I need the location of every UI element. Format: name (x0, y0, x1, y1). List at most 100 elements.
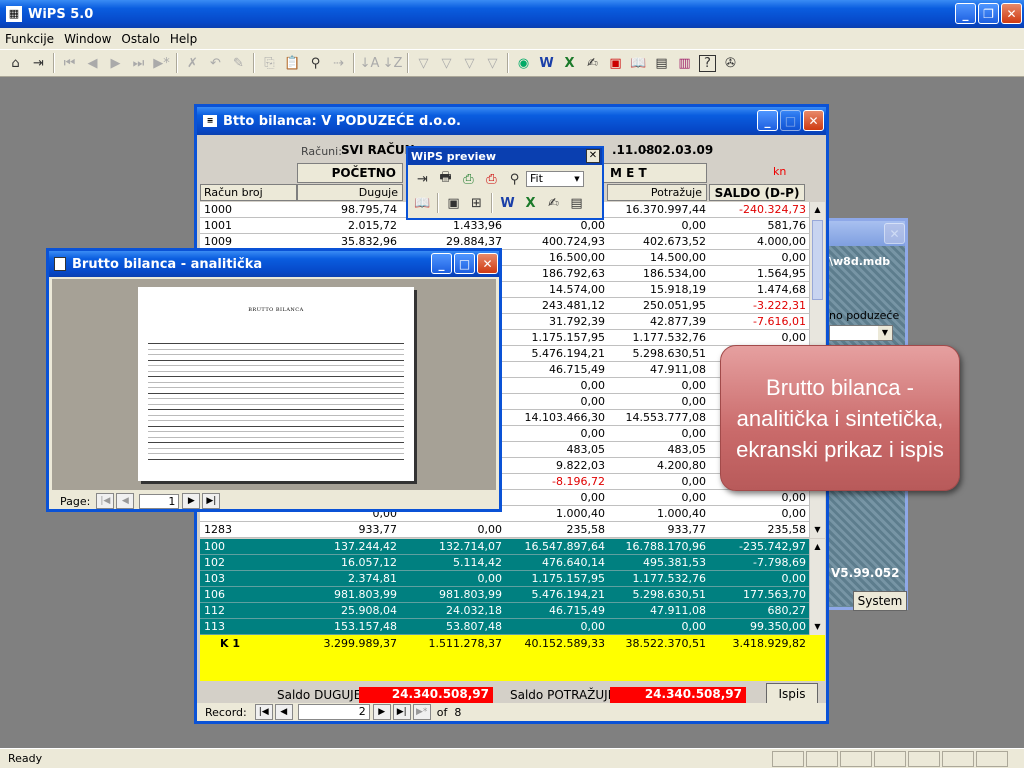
summary-scroll-up-icon[interactable]: ▲ (810, 539, 825, 555)
table-row[interactable]: 1001 2.015,72 1.433,96 0,00 0,00 581,76 (200, 218, 809, 234)
table-row[interactable]: 100 137.244,42 132.714,07 16.547.897,64 16.7… (200, 539, 809, 555)
total-racun: K 1 (220, 636, 241, 650)
pv-edit-icon[interactable]: ✍ (542, 192, 565, 214)
menu-window[interactable]: Window (59, 32, 116, 46)
help-icon[interactable]: ? (699, 54, 716, 72)
pv-print-setup-icon[interactable]: ⎙ (457, 168, 480, 190)
pv-print-red-icon[interactable]: ⎙ (480, 168, 503, 190)
undo-icon[interactable]: ↶ (204, 52, 227, 74)
excel-icon[interactable]: X (558, 52, 581, 74)
books-icon[interactable]: ▥ (673, 52, 696, 74)
table-cell-s: -7.616,01 (753, 315, 806, 328)
table-cell-s: -240.324,73 (739, 203, 806, 216)
bilanca-title: Btto bilanca: V PODUZEĆE d.o.o. (223, 113, 461, 129)
prev-record-icon[interactable]: ◀ (81, 52, 104, 74)
first-record-icon[interactable]: ⏮ (58, 52, 81, 74)
word-icon[interactable]: W (535, 52, 558, 74)
minimize-button[interactable]: _ (955, 3, 976, 24)
close-button[interactable]: ✕ (1001, 3, 1022, 24)
analiticka-maximize-button[interactable]: □ (454, 253, 475, 274)
pv-multi-page-icon[interactable]: ⊞ (465, 192, 488, 214)
report-icon[interactable]: ▣ (604, 52, 627, 74)
record-first-icon[interactable]: |◀ (254, 704, 273, 720)
paste-icon[interactable]: 📋 (281, 52, 304, 74)
record-next-icon[interactable]: ▶ (372, 704, 391, 720)
web-icon[interactable]: ◉ (512, 52, 535, 74)
menu-ostalo[interactable]: Ostalo (116, 32, 164, 46)
summary-scroll-down-icon[interactable]: ▼ (810, 619, 825, 635)
date-from: .11.08 (612, 143, 655, 157)
exit-icon[interactable]: ⇥ (27, 52, 50, 74)
delete-record-icon[interactable]: ✗ (181, 52, 204, 74)
table-row[interactable]: 102 16.057,12 5.114,42 476.640,14 495.381,53… (200, 555, 809, 571)
table-row[interactable]: 103 2.374,81 0,00 1.175.157,95 1.177.532,76 0… (200, 571, 809, 587)
pv-zoom-icon[interactable]: ⚲ (503, 168, 526, 190)
app-title: WiPS 5.0 (28, 6, 94, 22)
page-last-icon[interactable]: ▶| (202, 493, 221, 509)
bilanca-close-button[interactable]: ✕ (803, 110, 824, 131)
table-row[interactable]: 106 981.803,99 981.803,99 5.476.194,21 5.298… (200, 587, 809, 603)
find-next-icon[interactable]: ⇢ (327, 52, 350, 74)
pv-exit-icon[interactable]: ⇥ (411, 168, 434, 190)
menu-funkcije[interactable]: Funkcije (0, 32, 59, 46)
page-first-icon[interactable]: |◀ (96, 493, 115, 509)
company-select[interactable]: ▼ (829, 325, 893, 341)
pv-excel-icon[interactable]: X (519, 192, 542, 214)
filter-form-icon[interactable]: ▽ (435, 52, 458, 74)
record-prev-icon[interactable]: ◀ (274, 704, 293, 720)
system-button[interactable]: System (853, 591, 907, 611)
bilanca-maximize-button[interactable]: □ (780, 110, 801, 131)
page-input[interactable]: 1 (139, 493, 180, 509)
table-row[interactable]: 1283 933,77 0,00 235,58 933,77 235,58 (200, 522, 809, 538)
pv-zoom-select[interactable]: Fit ▼ (526, 171, 584, 187)
analiticka-minimize-button[interactable]: _ (431, 253, 452, 274)
report-page[interactable]: BRUTTO BILANCA (138, 287, 414, 481)
bilanca-minimize-button[interactable]: _ (757, 110, 778, 131)
next-record-icon[interactable]: ▶ (104, 52, 127, 74)
pv-word-icon[interactable]: W (496, 192, 519, 214)
home-icon[interactable]: ⌂ (4, 52, 27, 74)
record-last-icon[interactable]: ▶| (392, 704, 411, 720)
scroll-thumb[interactable] (812, 220, 823, 300)
settings-icon[interactable]: ✇ (719, 52, 742, 74)
menu-help[interactable]: Help (165, 32, 202, 46)
sort-asc-icon[interactable]: ↓A (358, 52, 381, 74)
total-pocetno-duguje: 3.299.989,37 (323, 636, 397, 650)
page-prev-icon[interactable]: ◀ (116, 493, 135, 509)
table-cell-c: 0,00 (580, 427, 606, 440)
table-cell-a: 2.015,72 (348, 219, 397, 232)
table-row[interactable]: 113 153.157,48 53.807,48 0,00 0,00 99.350,00 (200, 619, 809, 635)
filter-icon[interactable]: ▽ (412, 52, 435, 74)
table-cell-c: 1.175.157,95 (531, 331, 605, 344)
table-row[interactable]: 112 25.908,04 24.032,18 46.715,49 47.911,08 6… (200, 603, 809, 619)
sort-desc-icon[interactable]: ↓Z (381, 52, 404, 74)
table-cell-c: 9.822,03 (556, 459, 605, 472)
record-new-icon[interactable]: ▶* (412, 704, 431, 720)
preview-icon[interactable]: ▤ (650, 52, 673, 74)
pv-one-page-icon[interactable]: ▣ (442, 192, 465, 214)
find-icon[interactable]: ⚲ (304, 52, 327, 74)
table-cell-a: 137.244,42 (334, 540, 397, 553)
scroll-up-icon[interactable]: ▲ (810, 202, 825, 218)
table-cell-a: 933,77 (358, 523, 398, 536)
book-icon[interactable]: 📖 (627, 52, 650, 74)
pv-print-icon[interactable]: 🖶 (434, 168, 457, 190)
remove-filter-icon[interactable]: ▽ (481, 52, 504, 74)
page-next-icon[interactable]: ▶ (182, 493, 201, 509)
copy-icon[interactable]: ⎘ (258, 52, 281, 74)
preview-toolbar-window: WiPS preview ✕ ⇥ 🖶 ⎙ ⎙ ⚲ Fit ▼ 📖 ▣ ⊞ W X… (406, 146, 604, 220)
preview-toolbar-close-icon[interactable]: ✕ (586, 149, 600, 163)
edit-icon[interactable]: ✍ (581, 52, 604, 74)
ispis-button[interactable]: Ispis (766, 683, 818, 704)
summary-scrollbar[interactable]: ▲ ▼ (809, 539, 825, 635)
save-icon[interactable]: ✎ (227, 52, 250, 74)
new-record-icon[interactable]: ▶* (150, 52, 173, 74)
back-window-close-button[interactable]: ✕ (884, 223, 905, 244)
pv-report-icon[interactable]: ▤ (565, 192, 588, 214)
apply-filter-icon[interactable]: ▽ (458, 52, 481, 74)
record-input[interactable]: 2 (297, 704, 370, 720)
restore-button[interactable]: ❐ (978, 3, 999, 24)
analiticka-close-button[interactable]: ✕ (477, 253, 498, 274)
last-record-icon[interactable]: ⏭ (127, 52, 150, 74)
pv-book-icon[interactable]: 📖 (411, 192, 434, 214)
